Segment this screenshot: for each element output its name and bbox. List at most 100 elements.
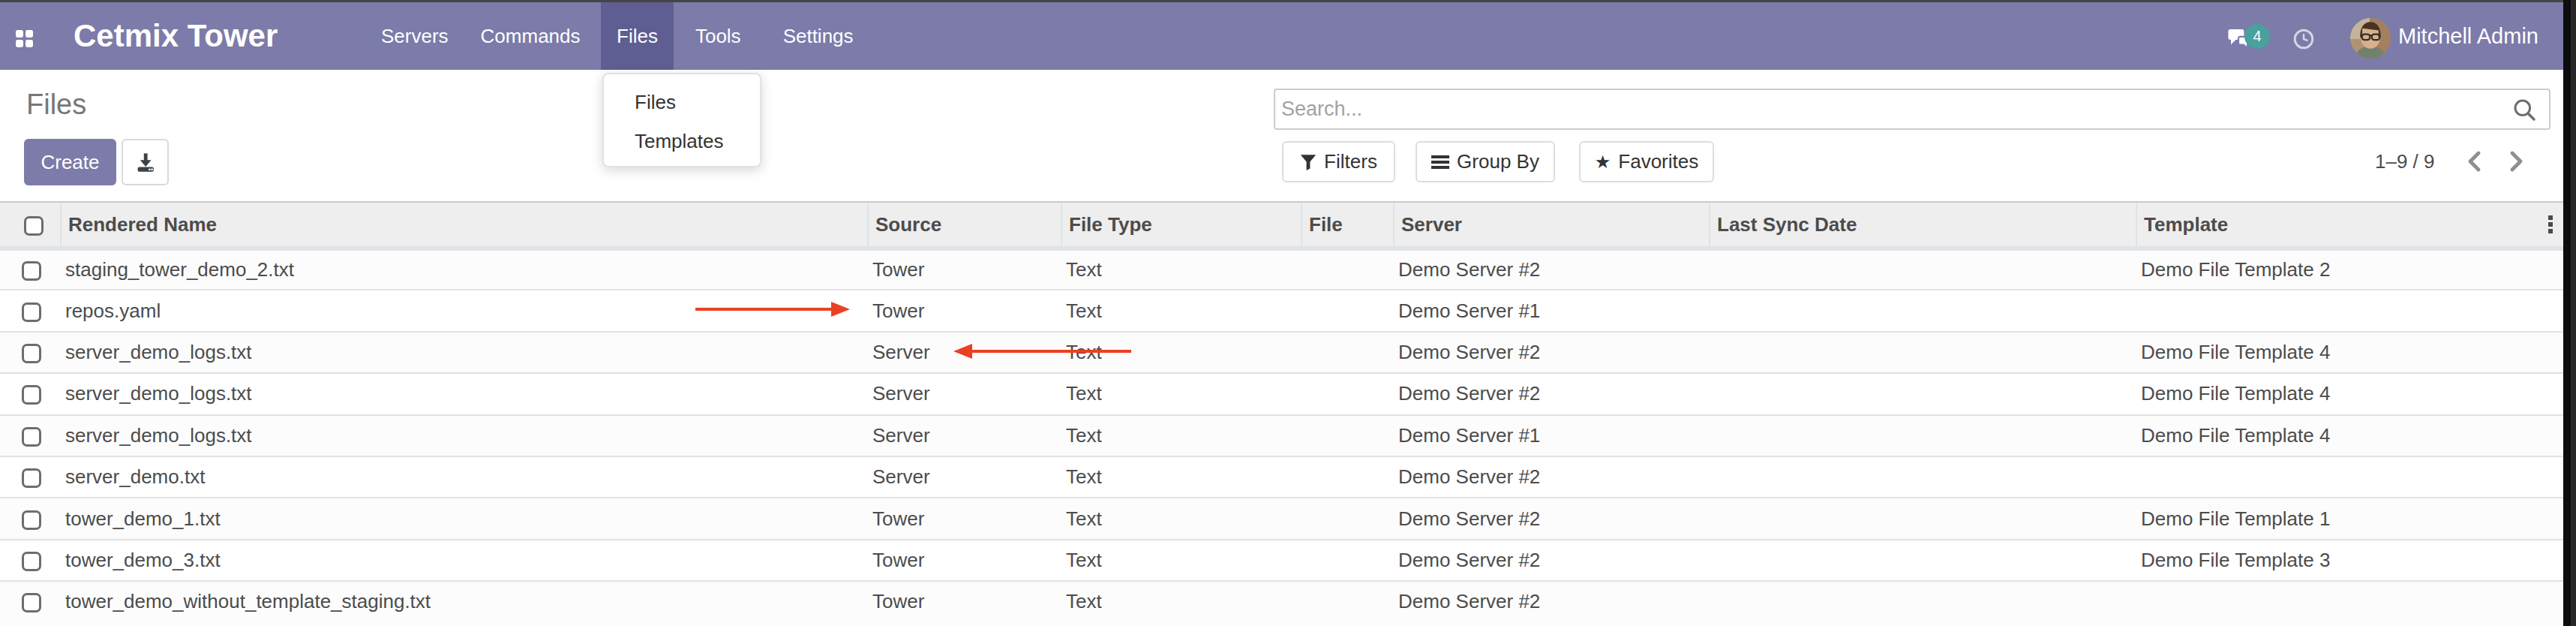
row-checkbox[interactable] — [22, 385, 41, 405]
select-all-checkbox[interactable] — [24, 216, 44, 236]
dropdown-item-templates[interactable]: Templates — [604, 122, 760, 161]
cell-template[interactable] — [2136, 290, 2563, 331]
menu-settings[interactable]: Settings — [767, 2, 869, 70]
menu-files[interactable]: Files — [601, 2, 674, 70]
row-checkbox[interactable] — [22, 302, 41, 322]
cell-last-sync-date[interactable] — [1710, 332, 2136, 373]
cell-file[interactable] — [1302, 332, 1394, 373]
cell-rendered-name[interactable]: repos.yaml — [61, 290, 868, 331]
apps-grid-icon[interactable] — [16, 30, 34, 48]
cell-template[interactable]: Demo File Template 3 — [2136, 540, 2563, 581]
cell-source[interactable]: Server — [868, 332, 1061, 373]
cell-server[interactable]: Demo Server #2 — [1394, 498, 1710, 539]
cell-file[interactable] — [1302, 373, 1394, 414]
cell-last-sync-date[interactable] — [1710, 415, 2136, 456]
table-row[interactable]: tower_demo_3.txtTowerText Demo Server #2 D… — [0, 540, 2563, 581]
cell-rendered-name[interactable]: tower_demo_1.txt — [61, 498, 868, 539]
cell-source[interactable]: Server — [868, 373, 1061, 414]
cell-template[interactable]: Demo File Template 4 — [2136, 373, 2563, 414]
activity-clock-icon[interactable] — [2293, 29, 2314, 50]
cell-source[interactable]: Tower — [868, 248, 1061, 290]
col-header-server[interactable]: Server — [1394, 202, 1710, 248]
table-row[interactable]: server_demo_logs.txtServerText Demo Serve… — [0, 415, 2563, 456]
cell-rendered-name[interactable]: server_demo_logs.txt — [61, 332, 868, 373]
col-header-source[interactable]: Source — [868, 202, 1061, 248]
col-header-file[interactable]: File — [1302, 202, 1394, 248]
cell-file-type[interactable]: Text — [1061, 540, 1302, 581]
cell-rendered-name[interactable]: server_demo_logs.txt — [61, 373, 868, 414]
cell-file-type[interactable]: Text — [1061, 248, 1302, 290]
filters-button[interactable]: Filters — [1282, 141, 1395, 182]
dropdown-item-files[interactable]: Files — [604, 83, 760, 122]
col-header-rendered-name[interactable]: Rendered Name — [61, 202, 868, 248]
table-row[interactable]: repos.yamlTowerText Demo Server #1 — [0, 290, 2563, 331]
cell-last-sync-date[interactable] — [1710, 456, 2136, 498]
cell-server[interactable]: Demo Server #1 — [1394, 290, 1710, 331]
col-header-template[interactable]: Template — [2136, 202, 2563, 248]
cell-source[interactable]: Tower — [868, 540, 1061, 581]
user-avatar[interactable] — [2350, 18, 2391, 59]
cell-source[interactable]: Tower — [868, 290, 1061, 331]
pager-previous-button[interactable] — [2466, 151, 2481, 172]
row-checkbox[interactable] — [22, 427, 41, 447]
row-checkbox[interactable] — [22, 468, 41, 488]
row-checkbox[interactable] — [22, 344, 41, 363]
cell-rendered-name[interactable]: tower_demo_3.txt — [61, 540, 868, 581]
cell-server[interactable]: Demo Server #2 — [1394, 373, 1710, 414]
table-row[interactable]: staging_tower_demo_2.txtTowerText Demo Se… — [0, 248, 2563, 290]
cell-server[interactable]: Demo Server #1 — [1394, 415, 1710, 456]
cell-file[interactable] — [1302, 415, 1394, 456]
cell-rendered-name[interactable]: staging_tower_demo_2.txt — [61, 248, 868, 290]
app-brand[interactable]: Cetmix Tower — [74, 2, 278, 70]
favorites-button[interactable]: ★ Favorites — [1579, 141, 1714, 182]
user-name[interactable]: Mitchell Admin — [2398, 2, 2538, 70]
messages-count-badge[interactable]: 4 — [2244, 24, 2270, 49]
cell-server[interactable]: Demo Server #2 — [1394, 581, 1710, 622]
search-icon[interactable] — [2513, 98, 2537, 122]
cell-last-sync-date[interactable] — [1710, 373, 2136, 414]
cell-source[interactable]: Tower — [868, 498, 1061, 539]
col-header-file-type[interactable]: File Type — [1061, 202, 1302, 248]
group-by-button[interactable]: Group By — [1416, 141, 1555, 182]
cell-template[interactable]: Demo File Template 1 — [2136, 498, 2563, 539]
cell-last-sync-date[interactable] — [1710, 498, 2136, 539]
pager-next-button[interactable] — [2509, 151, 2524, 172]
cell-source[interactable]: Server — [868, 456, 1061, 498]
cell-file-type[interactable]: Text — [1061, 373, 1302, 414]
cell-rendered-name[interactable]: tower_demo_without_template_staging.txt — [61, 581, 868, 622]
cell-file-type[interactable]: Text — [1061, 415, 1302, 456]
optional-columns-icon[interactable] — [2548, 215, 2553, 233]
menu-tools[interactable]: Tools — [679, 2, 757, 70]
cell-template[interactable]: Demo File Template 4 — [2136, 415, 2563, 456]
cell-rendered-name[interactable]: server_demo_logs.txt — [61, 415, 868, 456]
cell-file-type[interactable]: Text — [1061, 581, 1302, 622]
cell-last-sync-date[interactable] — [1710, 248, 2136, 290]
cell-file-type[interactable]: Text — [1061, 290, 1302, 331]
cell-server[interactable]: Demo Server #2 — [1394, 540, 1710, 581]
cell-template[interactable]: Demo File Template 2 — [2136, 248, 2563, 290]
cell-source[interactable]: Server — [868, 415, 1061, 456]
table-row[interactable]: tower_demo_1.txtTowerText Demo Server #2 D… — [0, 498, 2563, 539]
menu-servers[interactable]: Servers — [365, 2, 465, 70]
cell-template[interactable] — [2136, 456, 2563, 498]
cell-file[interactable] — [1302, 498, 1394, 539]
row-checkbox[interactable] — [22, 552, 41, 571]
col-header-last-sync-date[interactable]: Last Sync Date — [1710, 202, 2136, 248]
cell-file[interactable] — [1302, 456, 1394, 498]
cell-server[interactable]: Demo Server #2 — [1394, 456, 1710, 498]
table-row[interactable]: tower_demo_without_template_staging.txtT… — [0, 581, 2563, 622]
cell-server[interactable]: Demo Server #2 — [1394, 332, 1710, 373]
cell-file[interactable] — [1302, 540, 1394, 581]
cell-server[interactable]: Demo Server #2 — [1394, 248, 1710, 290]
cell-last-sync-date[interactable] — [1710, 581, 2136, 622]
search-input[interactable] — [1275, 90, 2549, 128]
menu-commands[interactable]: Commands — [464, 2, 596, 70]
cell-file[interactable] — [1302, 248, 1394, 290]
upload-button[interactable] — [122, 139, 169, 185]
cell-template[interactable] — [2136, 581, 2563, 622]
cell-file-type[interactable]: Text — [1061, 498, 1302, 539]
cell-source[interactable]: Tower — [868, 581, 1061, 622]
table-row[interactable]: server_demo_logs.txtServerTextDemo Serve… — [0, 332, 2563, 373]
table-row[interactable]: server_demo.txtServerTextDemo Server #2 — [0, 456, 2563, 498]
table-row[interactable]: server_demo_logs.txtServerText Demo Serve… — [0, 373, 2563, 414]
